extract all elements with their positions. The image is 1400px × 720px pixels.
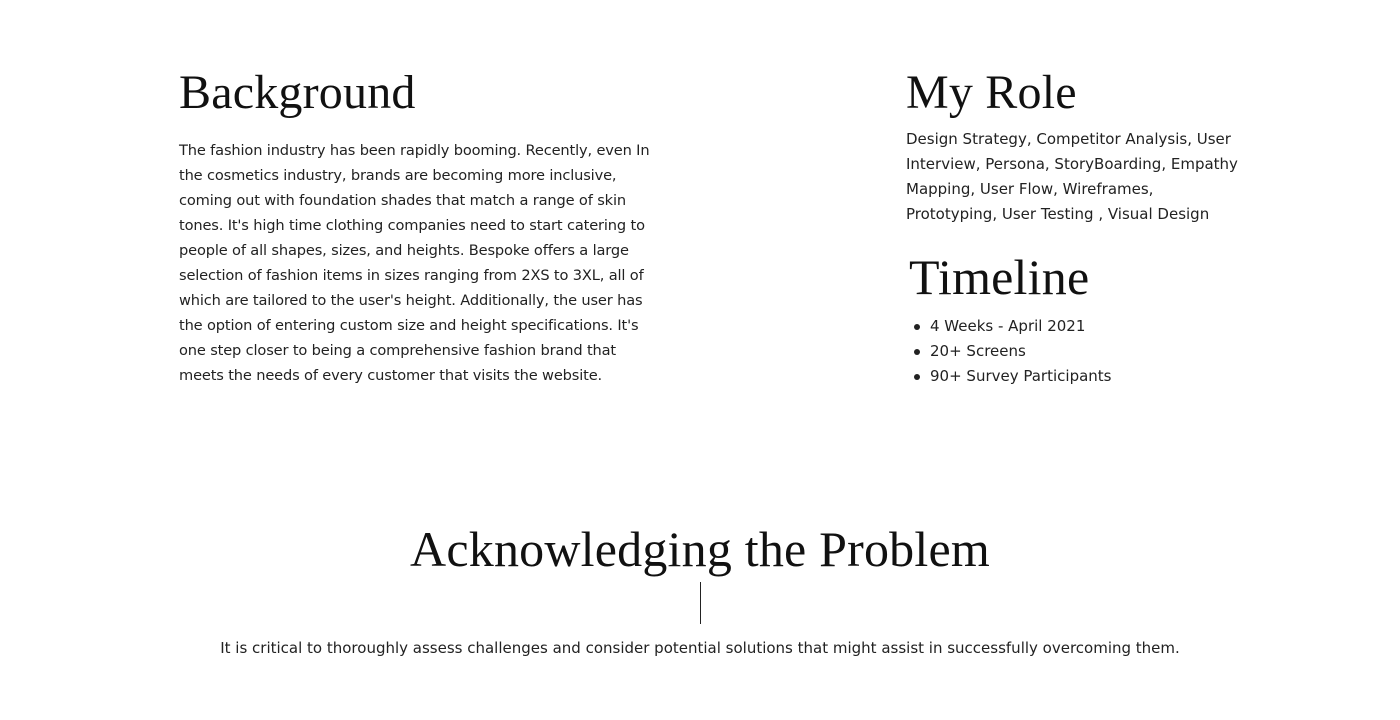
- timeline-item-duration: 4 Weeks - April 2021: [909, 314, 1249, 339]
- bullet-icon: [914, 349, 920, 355]
- timeline-item-label: 4 Weeks - April 2021: [930, 317, 1086, 335]
- background-section: Background The fashion industry has been…: [179, 62, 657, 388]
- timeline-section: Timeline 4 Weeks - April 2021 20+ Screen…: [909, 246, 1249, 389]
- timeline-heading: Timeline: [909, 249, 1090, 305]
- timeline-item-screens: 20+ Screens: [909, 339, 1249, 364]
- my-role-description: Design Strategy, Competitor Analysis, Us…: [906, 130, 1238, 223]
- problem-description: It is critical to thoroughly assess chal…: [220, 639, 1180, 657]
- problem-heading: Acknowledging the Problem: [410, 521, 990, 577]
- timeline-item-participants: 90+ Survey Participants: [909, 364, 1249, 389]
- bullet-icon: [914, 374, 920, 380]
- background-paragraph: The fashion industry has been rapidly bo…: [179, 142, 650, 384]
- my-role-section: My Role Design Strategy, Competitor Anal…: [906, 62, 1246, 227]
- my-role-heading: My Role: [906, 66, 1077, 119]
- problem-section: Acknowledging the Problem It is critical…: [0, 518, 1400, 661]
- vertical-divider: [699, 582, 701, 624]
- timeline-item-label: 20+ Screens: [930, 342, 1026, 360]
- bullet-icon: [914, 324, 920, 330]
- timeline-list: 4 Weeks - April 2021 20+ Screens 90+ Sur…: [909, 314, 1249, 389]
- background-heading: Background: [179, 66, 416, 119]
- timeline-item-label: 90+ Survey Participants: [930, 367, 1112, 385]
